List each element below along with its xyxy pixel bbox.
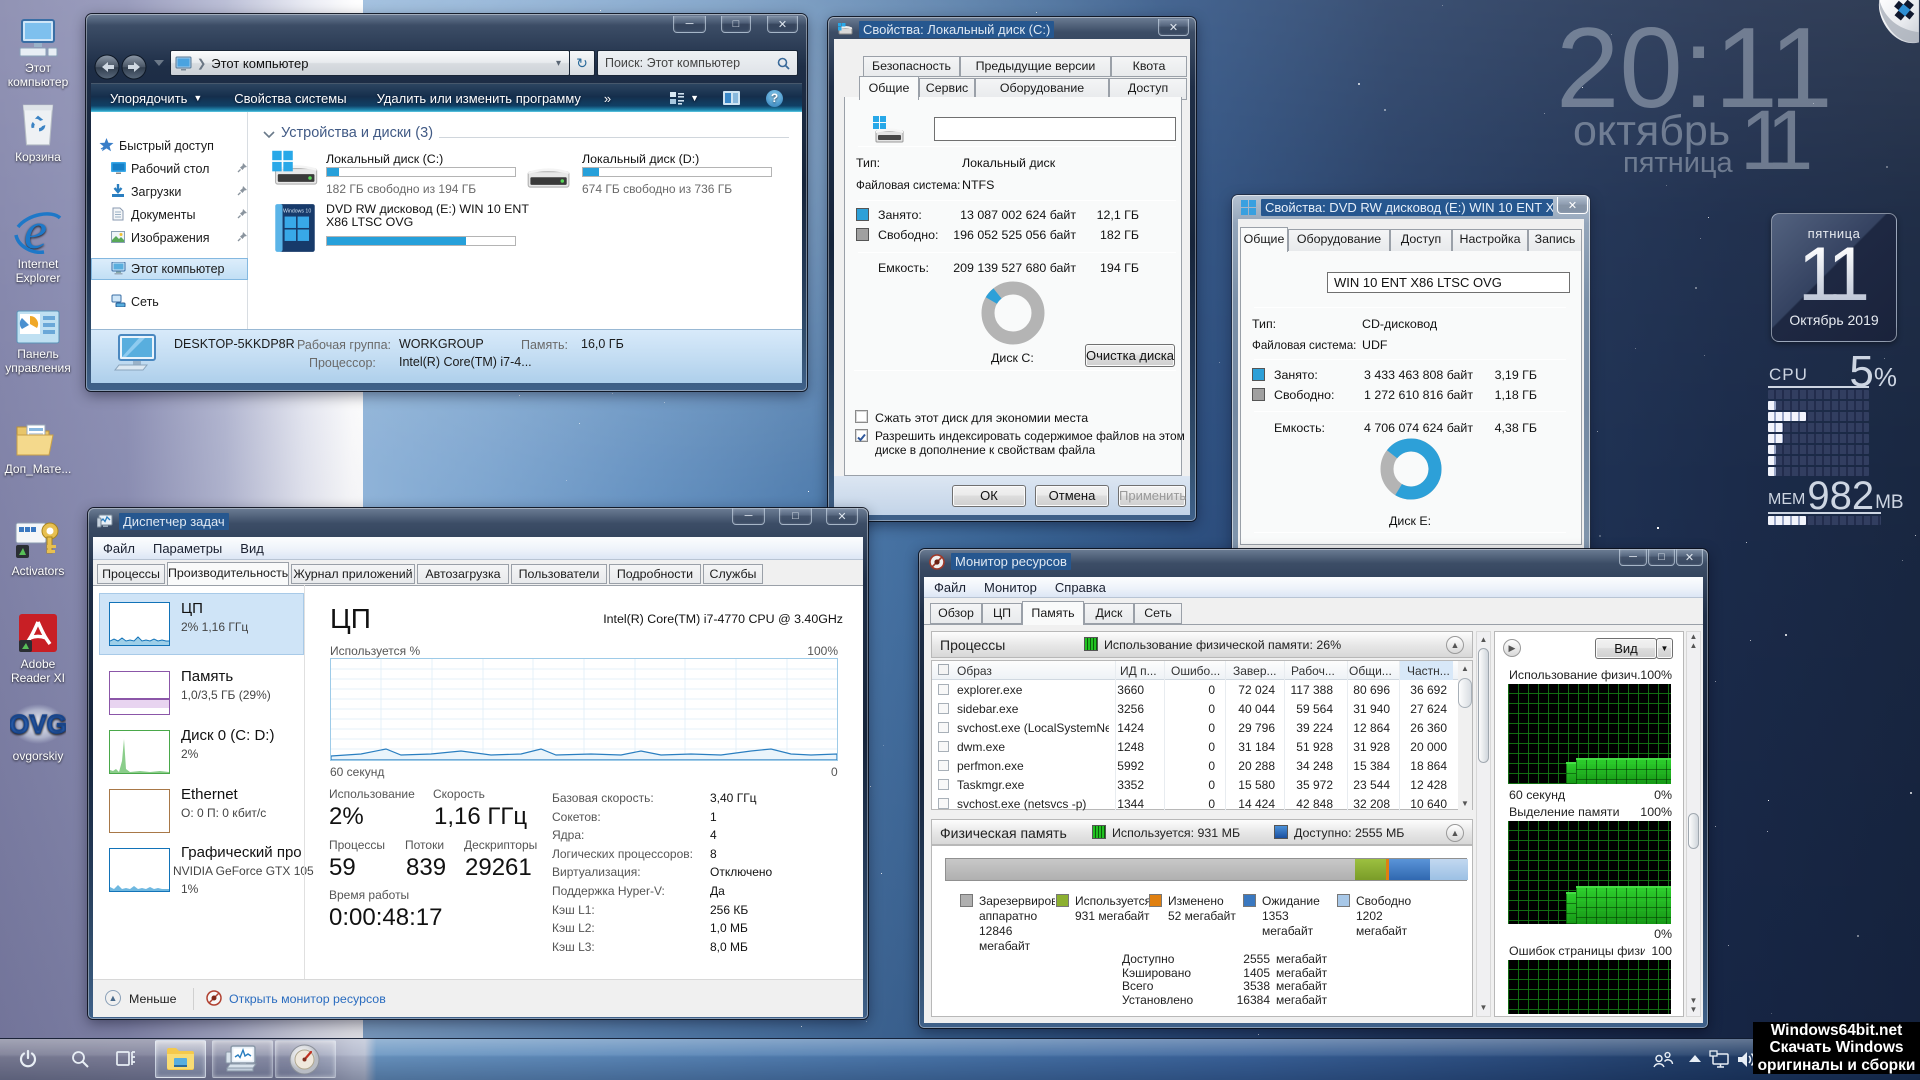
svg-text:Windows 10: Windows 10 [283,208,311,214]
svg-text:OVG: OVG [10,709,66,739]
